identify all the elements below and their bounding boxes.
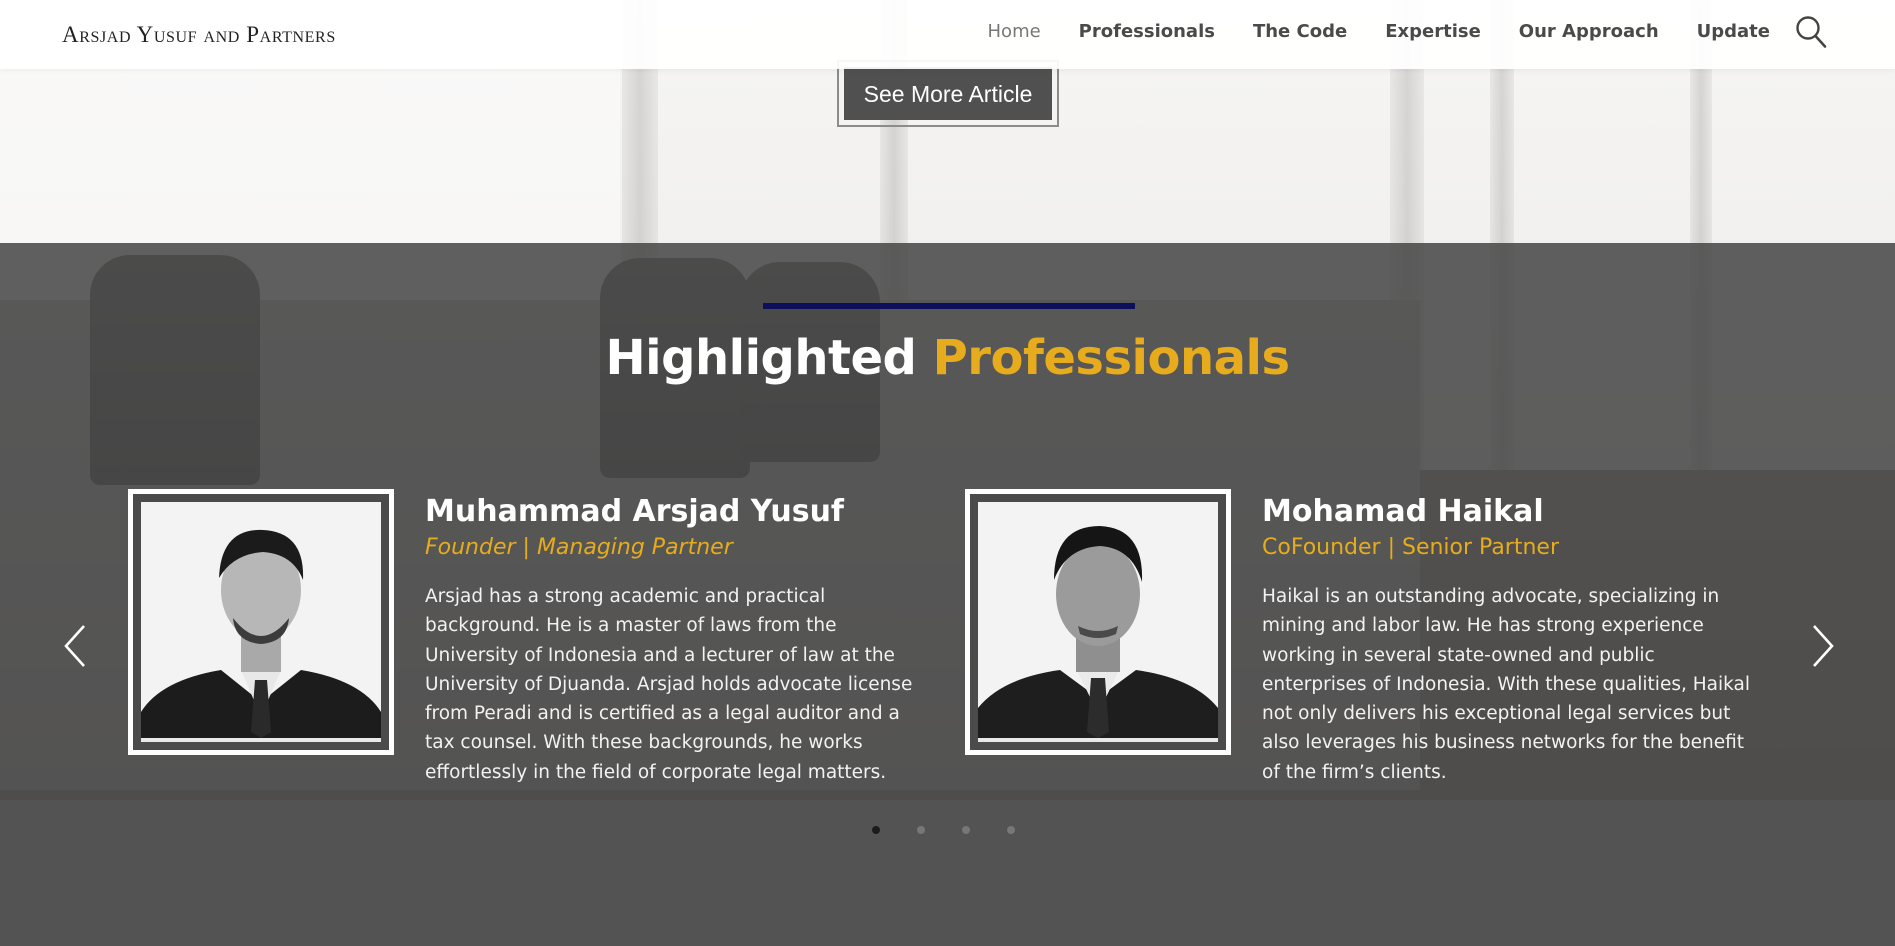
main-nav: Home Professionals The Code Expertise Ou…	[969, 20, 1789, 44]
professional-bio: Arsjad has a strong academic and practic…	[425, 586, 913, 783]
professional-photo-frame	[965, 489, 1231, 755]
carousel-dot-3[interactable]	[962, 826, 970, 834]
carousel-dot-2[interactable]	[917, 826, 925, 834]
section-title: Highlighted Professionals	[0, 330, 1895, 386]
professional-role: Founder | Managing Partner	[425, 535, 733, 560]
professional-photo	[141, 502, 381, 742]
person-portrait-icon	[141, 502, 381, 738]
search-icon[interactable]	[1795, 15, 1827, 49]
professional-photo	[978, 502, 1218, 742]
professional-name: Mohamad Haikal	[1262, 494, 1544, 529]
section-title-white: Highlighted	[605, 330, 917, 386]
section-title-yellow: Professionals	[932, 330, 1290, 386]
professional-bio: Haikal is an outstanding advocate, speci…	[1262, 586, 1750, 783]
carousel-dot-1[interactable]	[872, 826, 880, 834]
carousel-dot-4[interactable]	[1007, 826, 1015, 834]
professional-role: CoFounder | Senior Partner	[1262, 535, 1559, 560]
nav-expertise[interactable]: Expertise	[1366, 20, 1500, 44]
carousel-pagination	[872, 826, 1015, 834]
chevron-left-icon[interactable]	[60, 622, 90, 670]
nav-our-approach[interactable]: Our Approach	[1500, 20, 1678, 44]
professional-photo-frame	[128, 489, 394, 755]
see-more-article-frame: See More Article	[837, 60, 1059, 127]
chevron-right-icon[interactable]	[1808, 622, 1838, 670]
nav-professionals[interactable]: Professionals	[1060, 20, 1234, 44]
site-logo[interactable]: Arsjad Yusuf and Partners	[62, 22, 336, 48]
professional-name: Muhammad Arsjad Yusuf	[425, 494, 844, 529]
nav-home[interactable]: Home	[969, 20, 1060, 44]
nav-update[interactable]: Update	[1678, 20, 1789, 44]
person-portrait-icon	[978, 502, 1218, 738]
section-accent-bar	[763, 303, 1135, 309]
site-header: Arsjad Yusuf and Partners Home Professio…	[0, 0, 1895, 69]
section-bottom-strip	[0, 800, 1895, 946]
nav-the-code[interactable]: The Code	[1234, 20, 1366, 44]
see-more-article-button[interactable]: See More Article	[844, 67, 1052, 120]
